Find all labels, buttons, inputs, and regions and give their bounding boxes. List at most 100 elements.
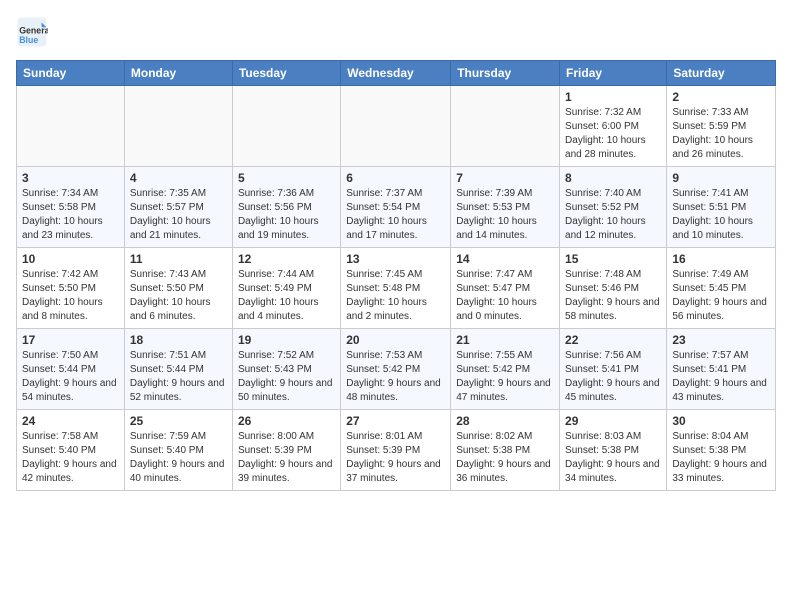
column-header-friday: Friday xyxy=(560,61,667,86)
calendar-cell: 29 Sunrise: 8:03 AM Sunset: 5:38 PM Dayli… xyxy=(560,410,667,491)
calendar-cell: 1 Sunrise: 7:32 AM Sunset: 6:00 PM Daylig… xyxy=(560,86,667,167)
column-header-thursday: Thursday xyxy=(451,61,560,86)
calendar-cell: 14 Sunrise: 7:47 AM Sunset: 5:47 PM Dayli… xyxy=(451,248,560,329)
day-info: Sunrise: 7:48 AM Sunset: 5:46 PM Dayligh… xyxy=(565,268,661,324)
day-number: 6 xyxy=(346,171,445,185)
day-info: Sunrise: 8:03 AM Sunset: 5:38 PM Dayligh… xyxy=(565,430,661,486)
calendar-cell: 22 Sunrise: 7:56 AM Sunset: 5:41 PM Dayli… xyxy=(560,329,667,410)
day-info: Sunrise: 7:43 AM Sunset: 5:50 PM Dayligh… xyxy=(130,268,227,324)
week-row-4: 17Sunrise: 7:50 AM Sunset: 5:44 PM Dayli… xyxy=(17,329,776,410)
day-info: Sunrise: 7:33 AM Sunset: 5:59 PM Dayligh… xyxy=(672,106,770,162)
calendar-cell: 9 Sunrise: 7:41 AM Sunset: 5:51 PM Daylig… xyxy=(667,167,776,248)
calendar-cell: 7 Sunrise: 7:39 AM Sunset: 5:53 PM Daylig… xyxy=(451,167,560,248)
day-number: 22 xyxy=(565,333,661,347)
calendar-cell xyxy=(451,86,560,167)
column-header-tuesday: Tuesday xyxy=(232,61,340,86)
day-number: 5 xyxy=(238,171,335,185)
logo: General Blue xyxy=(16,16,52,48)
day-number: 15 xyxy=(565,252,661,266)
day-number: 25 xyxy=(130,414,227,428)
week-row-1: 1 Sunrise: 7:32 AM Sunset: 6:00 PM Daylig… xyxy=(17,86,776,167)
day-info: Sunrise: 8:00 AM Sunset: 5:39 PM Dayligh… xyxy=(238,430,335,486)
day-info: Sunrise: 7:45 AM Sunset: 5:48 PM Dayligh… xyxy=(346,268,445,324)
calendar-cell: 20 Sunrise: 7:53 AM Sunset: 5:42 PM Dayli… xyxy=(341,329,451,410)
calendar-cell: 27 Sunrise: 8:01 AM Sunset: 5:39 PM Dayli… xyxy=(341,410,451,491)
day-info: Sunrise: 7:59 AM Sunset: 5:40 PM Dayligh… xyxy=(130,430,227,486)
calendar-cell: 30Sunrise: 8:04 AM Sunset: 5:38 PM Dayli… xyxy=(667,410,776,491)
day-info: Sunrise: 7:42 AM Sunset: 5:50 PM Dayligh… xyxy=(22,268,119,324)
day-number: 26 xyxy=(238,414,335,428)
day-info: Sunrise: 7:37 AM Sunset: 5:54 PM Dayligh… xyxy=(346,187,445,243)
calendar-cell: 3 Sunrise: 7:34 AM Sunset: 5:58 PM Daylig… xyxy=(17,167,125,248)
calendar-cell: 24 Sunrise: 7:58 AM Sunset: 5:40 PM Dayli… xyxy=(17,410,125,491)
week-row-5: 24 Sunrise: 7:58 AM Sunset: 5:40 PM Dayli… xyxy=(17,410,776,491)
calendar-cell: 2 Sunrise: 7:33 AM Sunset: 5:59 PM Daylig… xyxy=(667,86,776,167)
day-info: Sunrise: 7:53 AM Sunset: 5:42 PM Dayligh… xyxy=(346,349,445,405)
day-info: Sunrise: 7:41 AM Sunset: 5:51 PM Dayligh… xyxy=(672,187,770,243)
day-number: 19 xyxy=(238,333,335,347)
calendar-cell xyxy=(232,86,340,167)
day-number: 9 xyxy=(672,171,770,185)
day-info: Sunrise: 7:35 AM Sunset: 5:57 PM Dayligh… xyxy=(130,187,227,243)
day-number: 1 xyxy=(565,90,661,104)
day-number: 12 xyxy=(238,252,335,266)
day-number: 10 xyxy=(22,252,119,266)
day-number: 28 xyxy=(456,414,554,428)
day-info: Sunrise: 7:57 AM Sunset: 5:41 PM Dayligh… xyxy=(672,349,770,405)
day-info: Sunrise: 7:36 AM Sunset: 5:56 PM Dayligh… xyxy=(238,187,335,243)
calendar: SundayMondayTuesdayWednesdayThursdayFrid… xyxy=(16,60,776,491)
day-info: Sunrise: 7:58 AM Sunset: 5:40 PM Dayligh… xyxy=(22,430,119,486)
day-number: 18 xyxy=(130,333,227,347)
calendar-cell: 21 Sunrise: 7:55 AM Sunset: 5:42 PM Dayli… xyxy=(451,329,560,410)
calendar-cell: 11 Sunrise: 7:43 AM Sunset: 5:50 PM Dayli… xyxy=(124,248,232,329)
logo-icon: General Blue xyxy=(16,16,48,48)
day-info: Sunrise: 7:52 AM Sunset: 5:43 PM Dayligh… xyxy=(238,349,335,405)
day-number: 21 xyxy=(456,333,554,347)
calendar-cell xyxy=(124,86,232,167)
calendar-cell: 13Sunrise: 7:45 AM Sunset: 5:48 PM Dayli… xyxy=(341,248,451,329)
week-row-3: 10 Sunrise: 7:42 AM Sunset: 5:50 PM Dayli… xyxy=(17,248,776,329)
day-number: 29 xyxy=(565,414,661,428)
day-info: Sunrise: 7:49 AM Sunset: 5:45 PM Dayligh… xyxy=(672,268,770,324)
svg-text:Blue: Blue xyxy=(19,35,38,45)
calendar-cell: 28 Sunrise: 8:02 AM Sunset: 5:38 PM Dayli… xyxy=(451,410,560,491)
calendar-cell xyxy=(17,86,125,167)
calendar-cell: 18Sunrise: 7:51 AM Sunset: 5:44 PM Dayli… xyxy=(124,329,232,410)
day-number: 27 xyxy=(346,414,445,428)
week-row-2: 3 Sunrise: 7:34 AM Sunset: 5:58 PM Daylig… xyxy=(17,167,776,248)
calendar-cell: 5 Sunrise: 7:36 AM Sunset: 5:56 PM Daylig… xyxy=(232,167,340,248)
day-number: 20 xyxy=(346,333,445,347)
day-info: Sunrise: 7:32 AM Sunset: 6:00 PM Dayligh… xyxy=(565,106,661,162)
day-info: Sunrise: 7:56 AM Sunset: 5:41 PM Dayligh… xyxy=(565,349,661,405)
column-header-wednesday: Wednesday xyxy=(341,61,451,86)
day-number: 23 xyxy=(672,333,770,347)
day-number: 7 xyxy=(456,171,554,185)
calendar-cell: 23 Sunrise: 7:57 AM Sunset: 5:41 PM Dayli… xyxy=(667,329,776,410)
day-info: Sunrise: 7:34 AM Sunset: 5:58 PM Dayligh… xyxy=(22,187,119,243)
calendar-cell: 15 Sunrise: 7:48 AM Sunset: 5:46 PM Dayli… xyxy=(560,248,667,329)
day-info: Sunrise: 8:02 AM Sunset: 5:38 PM Dayligh… xyxy=(456,430,554,486)
header: General Blue xyxy=(16,16,776,48)
calendar-cell: 4 Sunrise: 7:35 AM Sunset: 5:57 PM Daylig… xyxy=(124,167,232,248)
day-number: 16 xyxy=(672,252,770,266)
calendar-cell: 16 Sunrise: 7:49 AM Sunset: 5:45 PM Dayli… xyxy=(667,248,776,329)
day-number: 24 xyxy=(22,414,119,428)
day-number: 2 xyxy=(672,90,770,104)
column-header-saturday: Saturday xyxy=(667,61,776,86)
day-info: Sunrise: 8:01 AM Sunset: 5:39 PM Dayligh… xyxy=(346,430,445,486)
day-number: 8 xyxy=(565,171,661,185)
calendar-cell xyxy=(341,86,451,167)
day-number: 4 xyxy=(130,171,227,185)
calendar-cell: 25 Sunrise: 7:59 AM Sunset: 5:40 PM Dayli… xyxy=(124,410,232,491)
day-number: 14 xyxy=(456,252,554,266)
calendar-cell: 6 Sunrise: 7:37 AM Sunset: 5:54 PM Daylig… xyxy=(341,167,451,248)
day-info: Sunrise: 7:55 AM Sunset: 5:42 PM Dayligh… xyxy=(456,349,554,405)
day-number: 11 xyxy=(130,252,227,266)
day-info: Sunrise: 7:47 AM Sunset: 5:47 PM Dayligh… xyxy=(456,268,554,324)
calendar-cell: 19 Sunrise: 7:52 AM Sunset: 5:43 PM Dayli… xyxy=(232,329,340,410)
day-info: Sunrise: 7:39 AM Sunset: 5:53 PM Dayligh… xyxy=(456,187,554,243)
day-number: 3 xyxy=(22,171,119,185)
column-header-monday: Monday xyxy=(124,61,232,86)
day-info: Sunrise: 8:04 AM Sunset: 5:38 PM Dayligh… xyxy=(672,430,770,486)
calendar-cell: 8Sunrise: 7:40 AM Sunset: 5:52 PM Daylig… xyxy=(560,167,667,248)
